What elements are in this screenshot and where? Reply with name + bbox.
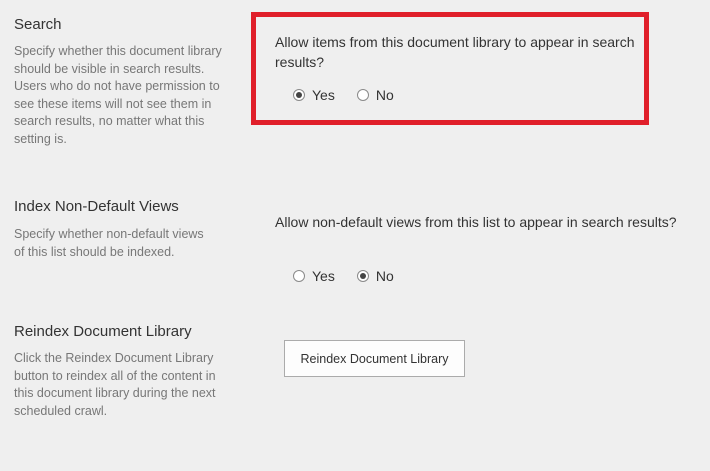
index-views-section-description: Specify whether non-default views of thi… bbox=[14, 227, 204, 259]
search-no-radio[interactable]: No bbox=[356, 87, 394, 103]
search-section-description: Specify whether this document library sh… bbox=[14, 44, 222, 146]
search-question: Allow items from this document library t… bbox=[275, 34, 635, 70]
search-section-title: Search bbox=[14, 16, 62, 33]
reindex-section-title: Reindex Document Library bbox=[14, 323, 192, 340]
radio-selected-icon bbox=[293, 89, 305, 101]
radio-unselected-icon bbox=[356, 89, 369, 101]
search-yes-radio[interactable]: Yes bbox=[293, 87, 335, 103]
index-views-question: Allow non-default views from this list t… bbox=[275, 214, 677, 230]
search-radio-group: Yes No bbox=[293, 87, 416, 103]
search-yes-label: Yes bbox=[312, 87, 335, 103]
index-views-yes-label: Yes bbox=[312, 268, 335, 284]
radio-selected-icon bbox=[356, 270, 369, 282]
radio-unselected-icon bbox=[293, 270, 305, 282]
index-views-no-label: No bbox=[375, 268, 394, 284]
index-views-section-title: Index Non-Default Views bbox=[14, 198, 179, 215]
index-views-yes-radio[interactable]: Yes bbox=[293, 268, 335, 284]
reindex-document-library-button[interactable]: Reindex Document Library bbox=[284, 340, 465, 377]
search-no-label: No bbox=[375, 87, 394, 103]
index-views-radio-group: Yes No bbox=[293, 268, 416, 284]
index-views-no-radio[interactable]: No bbox=[356, 268, 394, 284]
reindex-section-description: Click the Reindex Document Library butto… bbox=[14, 351, 216, 418]
